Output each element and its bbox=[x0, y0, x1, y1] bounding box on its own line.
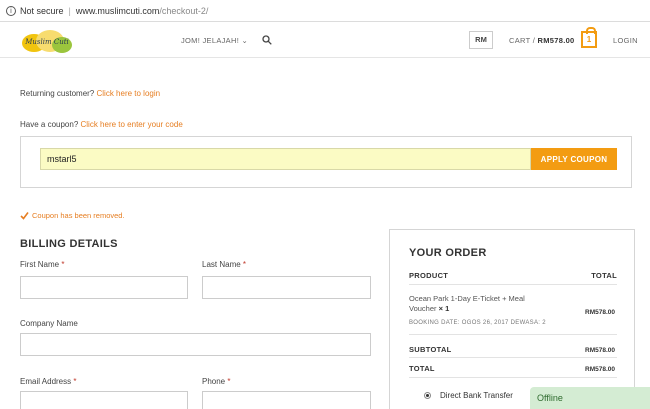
first-name-field[interactable] bbox=[20, 276, 188, 299]
coupon-notice-text: Have a coupon? bbox=[20, 120, 79, 129]
adult-count-value: 2 bbox=[542, 320, 546, 326]
order-item-title: Ocean Park 1-Day E-Ticket + Meal Voucher bbox=[409, 294, 525, 313]
security-label: Not secure bbox=[20, 5, 64, 16]
chevron-down-icon: ⌄ bbox=[241, 36, 249, 45]
coupon-code-input[interactable] bbox=[40, 148, 531, 170]
cart-total: RM578.00 bbox=[537, 36, 575, 45]
your-order-heading: YOUR ORDER bbox=[409, 247, 487, 259]
booking-date-value: OGOS 26, 2017 bbox=[461, 320, 509, 326]
currency-switcher[interactable]: RM bbox=[469, 31, 493, 49]
last-name-field[interactable] bbox=[202, 276, 371, 299]
billing-details-heading: BILLING DETAILS bbox=[20, 238, 118, 250]
cart-link[interactable]: CART / RM578.00 bbox=[509, 36, 575, 45]
login-notice-link[interactable]: Click here to login bbox=[97, 89, 161, 98]
address-separator: | bbox=[68, 5, 71, 16]
url-path: /checkout-2/ bbox=[159, 5, 209, 16]
adult-count-label: DEWASA: bbox=[510, 320, 541, 326]
email-label: Email Address * bbox=[20, 377, 77, 386]
order-item-qty: × 1 bbox=[438, 304, 450, 313]
coupon-removed-message: Coupon has been removed. bbox=[20, 211, 125, 220]
required-mark: * bbox=[61, 260, 65, 269]
payment-method-radio[interactable] bbox=[424, 392, 431, 399]
nav-jom-jelajah-label: JOM! JELAJAH! bbox=[181, 36, 240, 45]
divider bbox=[409, 357, 617, 358]
cart-label: CART / bbox=[509, 36, 536, 45]
last-name-label: Last Name * bbox=[202, 260, 246, 269]
email-label-text: Email Address bbox=[20, 377, 72, 386]
divider bbox=[409, 334, 617, 335]
search-icon[interactable] bbox=[262, 35, 272, 45]
required-mark: * bbox=[227, 377, 231, 386]
company-name-label: Company Name bbox=[20, 319, 78, 328]
total-column-header: TOTAL bbox=[591, 271, 617, 280]
site-logo[interactable]: Muslim Cuti bbox=[20, 26, 74, 56]
divider bbox=[409, 284, 617, 285]
product-column-header: PRODUCT bbox=[409, 271, 449, 280]
order-item-name: Ocean Park 1-Day E-Ticket + Meal Voucher… bbox=[409, 294, 549, 314]
coupon-form: APPLY COUPON bbox=[20, 136, 632, 188]
apply-coupon-button[interactable]: APPLY COUPON bbox=[531, 148, 617, 170]
company-name-label-text: Company Name bbox=[20, 319, 78, 328]
total-label: TOTAL bbox=[409, 364, 435, 373]
divider bbox=[409, 377, 617, 378]
coupon-removed-text: Coupon has been removed. bbox=[32, 211, 125, 220]
svg-text:Muslim Cuti: Muslim Cuti bbox=[24, 38, 69, 46]
order-item-price: RM578.00 bbox=[585, 309, 615, 316]
email-field[interactable] bbox=[20, 391, 188, 409]
booking-date-label: BOOKING DATE: bbox=[409, 320, 460, 326]
address-url[interactable]: www.muslimcuti.com/checkout-2/ bbox=[76, 6, 209, 16]
payment-method-label[interactable]: Direct Bank Transfer bbox=[440, 391, 513, 400]
first-name-label-text: First Name bbox=[20, 260, 60, 269]
url-host: www.muslimcuti.com bbox=[75, 5, 160, 16]
order-item-meta: BOOKING DATE: OGOS 26, 2017 DEWASA: 2 bbox=[409, 320, 546, 326]
phone-field[interactable] bbox=[202, 391, 371, 409]
subtotal-label: SUBTOTAL bbox=[409, 345, 452, 354]
check-icon bbox=[20, 212, 29, 220]
order-summary: YOUR ORDER PRODUCT TOTAL Ocean Park 1-Da… bbox=[389, 229, 635, 409]
order-table-header: PRODUCT TOTAL bbox=[409, 271, 617, 280]
cart-count: 1 bbox=[586, 35, 592, 44]
nav-jom-jelajah[interactable]: JOM! JELAJAH! ⌄ bbox=[181, 36, 248, 45]
info-icon[interactable]: i bbox=[6, 5, 16, 16]
last-name-label-text: Last Name bbox=[202, 260, 241, 269]
total-value: RM578.00 bbox=[585, 366, 615, 373]
phone-label-text: Phone bbox=[202, 377, 226, 386]
phone-label: Phone * bbox=[202, 377, 231, 386]
cart-bag-icon[interactable]: 1 bbox=[581, 27, 597, 48]
returning-customer-text: Returning customer? bbox=[20, 89, 95, 98]
required-mark: * bbox=[242, 260, 247, 269]
company-name-field[interactable] bbox=[20, 333, 371, 356]
enter-coupon-link[interactable]: Click here to enter your code bbox=[81, 120, 183, 129]
subtotal-value: RM578.00 bbox=[585, 347, 615, 354]
returning-customer-notice: Returning customer? Click here to login bbox=[20, 89, 160, 98]
required-mark: * bbox=[73, 377, 77, 386]
site-header: Muslim Cuti JOM! JELAJAH! ⌄ RM CART / RM… bbox=[0, 22, 650, 58]
browser-address-bar[interactable]: i Not secure | www.muslimcuti.com/checko… bbox=[0, 0, 650, 22]
login-link[interactable]: LOGIN bbox=[613, 36, 638, 45]
coupon-notice: Have a coupon? Click here to enter your … bbox=[20, 120, 183, 129]
first-name-label: First Name * bbox=[20, 260, 64, 269]
chat-widget[interactable]: Offline bbox=[530, 387, 650, 409]
